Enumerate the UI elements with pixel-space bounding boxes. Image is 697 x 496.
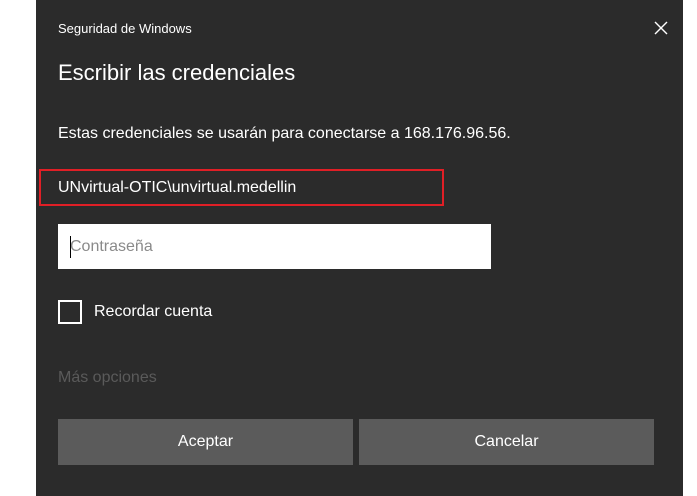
app-title: Seguridad de Windows (58, 21, 192, 36)
remember-account-option[interactable]: Recordar cuenta (58, 300, 212, 324)
remember-label: Recordar cuenta (94, 303, 213, 320)
cancel-button[interactable]: Cancelar (359, 419, 654, 465)
password-input[interactable] (58, 224, 491, 269)
credentials-dialog: Seguridad de Windows Escribir las creden… (36, 0, 683, 496)
close-button[interactable] (647, 14, 675, 42)
more-options-link[interactable]: Más opciones (58, 369, 157, 387)
username-label: UNvirtual-OTIC\unvirtual.medellin (58, 179, 297, 196)
password-field-container (58, 224, 491, 269)
title-bar: Seguridad de Windows (36, 0, 683, 58)
close-icon (654, 21, 668, 35)
text-caret (70, 236, 71, 258)
connection-message: Estas credenciales se usarán para conect… (58, 125, 511, 142)
ok-button[interactable]: Aceptar (58, 419, 353, 465)
remember-checkbox[interactable] (58, 300, 82, 324)
dialog-heading: Escribir las credenciales (58, 60, 296, 85)
